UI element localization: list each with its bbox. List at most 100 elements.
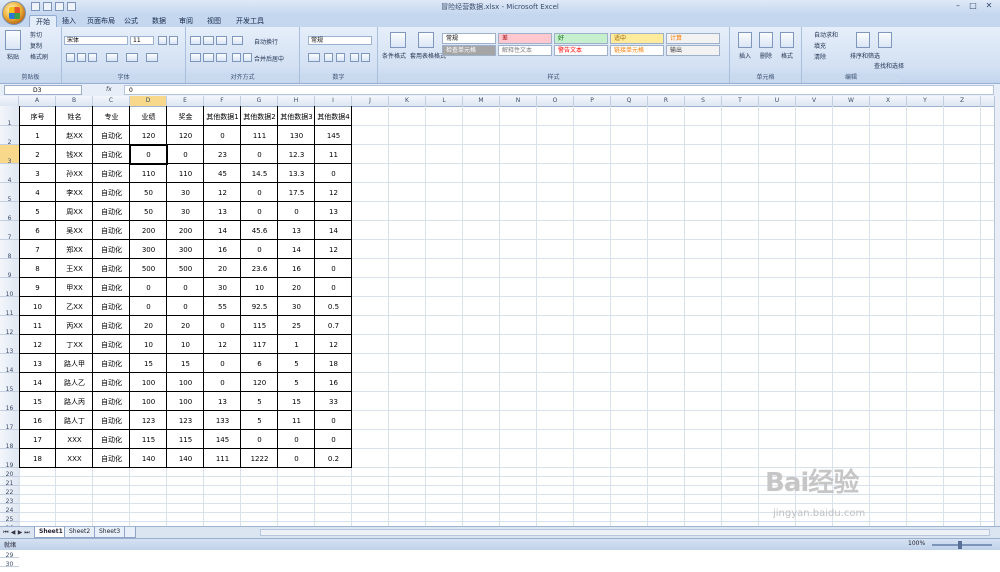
table-cell[interactable]: 9 bbox=[19, 278, 56, 297]
row-header-24[interactable]: 24 bbox=[0, 504, 19, 514]
table-cell[interactable]: 0.2 bbox=[315, 449, 352, 468]
table-cell[interactable]: 55 bbox=[204, 297, 241, 316]
tab-data[interactable]: 数据 bbox=[146, 15, 172, 27]
column-header-O[interactable]: O bbox=[537, 96, 574, 106]
table-cell[interactable]: 11 bbox=[315, 145, 352, 164]
table-cell[interactable]: 10 bbox=[167, 335, 204, 354]
table-cell[interactable]: 10 bbox=[241, 278, 278, 297]
table-cell[interactable]: 自动化 bbox=[93, 411, 130, 430]
table-cell[interactable]: 甲XX bbox=[56, 278, 93, 297]
table-cell[interactable]: 1222 bbox=[241, 449, 278, 468]
row-header-8[interactable]: 8 bbox=[0, 240, 19, 260]
row-header-5[interactable]: 5 bbox=[0, 183, 19, 203]
table-cell[interactable]: 赵XX bbox=[56, 126, 93, 145]
row-header-15[interactable]: 15 bbox=[0, 373, 19, 393]
table-cell[interactable]: 45.6 bbox=[241, 221, 278, 240]
table-cell[interactable]: 300 bbox=[130, 240, 167, 259]
font-color-icon[interactable] bbox=[146, 53, 158, 62]
conditional-format-button[interactable]: 条件格式 bbox=[382, 51, 406, 60]
column-header-Q[interactable]: Q bbox=[611, 96, 648, 106]
table-cell[interactable]: 100 bbox=[130, 392, 167, 411]
align-right-icon[interactable] bbox=[216, 53, 227, 62]
sheet-tab-2[interactable]: Sheet2 bbox=[64, 527, 96, 538]
table-cell[interactable]: 0.7 bbox=[315, 316, 352, 335]
grow-font-icon[interactable] bbox=[158, 36, 167, 45]
table-cell[interactable]: 自动化 bbox=[93, 335, 130, 354]
table-cell[interactable]: 20 bbox=[130, 316, 167, 335]
table-cell[interactable]: 50 bbox=[130, 202, 167, 221]
table-cell[interactable]: 丁XX bbox=[56, 335, 93, 354]
office-button[interactable] bbox=[2, 1, 26, 25]
format-cells-button[interactable]: 格式 bbox=[781, 51, 793, 60]
row-header-1[interactable]: 1 bbox=[0, 106, 19, 127]
table-cell[interactable]: 20 bbox=[278, 278, 315, 297]
table-header-cell[interactable]: 其他数据3 bbox=[278, 106, 315, 126]
conditional-format-icon[interactable] bbox=[390, 32, 406, 48]
italic-icon[interactable] bbox=[77, 53, 86, 62]
table-cell[interactable]: 0 bbox=[167, 297, 204, 316]
table-cell[interactable]: 自动化 bbox=[93, 221, 130, 240]
column-header-C[interactable]: C bbox=[93, 96, 130, 106]
row-header-30[interactable]: 30 bbox=[0, 558, 19, 568]
row-header-3[interactable]: 3 bbox=[0, 145, 19, 165]
table-cell[interactable]: 自动化 bbox=[93, 145, 130, 164]
cell-style-1[interactable]: 差 bbox=[498, 33, 552, 44]
table-cell[interactable]: 92.5 bbox=[241, 297, 278, 316]
table-cell[interactable]: XXX bbox=[56, 430, 93, 449]
table-cell[interactable]: 33 bbox=[315, 392, 352, 411]
cell-style-3[interactable]: 适中 bbox=[610, 33, 664, 44]
table-cell[interactable]: 25 bbox=[278, 316, 315, 335]
table-cell[interactable]: 7 bbox=[19, 240, 56, 259]
table-header-cell[interactable]: 奖金 bbox=[167, 106, 204, 126]
table-cell[interactable]: 自动化 bbox=[93, 449, 130, 468]
table-cell[interactable]: 0 bbox=[204, 126, 241, 145]
table-cell[interactable]: 自动化 bbox=[93, 202, 130, 221]
column-header-N[interactable]: N bbox=[500, 96, 537, 106]
table-cell[interactable]: 18 bbox=[315, 354, 352, 373]
table-cell[interactable]: 8 bbox=[19, 259, 56, 278]
table-cell[interactable]: 6 bbox=[19, 221, 56, 240]
row-header-23[interactable]: 23 bbox=[0, 495, 19, 505]
table-cell[interactable]: 0 bbox=[315, 259, 352, 278]
table-cell[interactable]: 10 bbox=[130, 335, 167, 354]
table-cell[interactable]: 16 bbox=[315, 373, 352, 392]
cell-style-4[interactable]: 计算 bbox=[666, 33, 720, 44]
cell-style-9[interactable]: 输出 bbox=[666, 45, 720, 56]
table-cell[interactable]: 15 bbox=[167, 354, 204, 373]
sheet-tab-1[interactable]: Sheet1 bbox=[34, 527, 68, 538]
column-header-W[interactable]: W bbox=[833, 96, 870, 106]
zoom-slider[interactable] bbox=[932, 544, 992, 546]
table-cell[interactable]: 5 bbox=[241, 411, 278, 430]
row-header-6[interactable]: 6 bbox=[0, 202, 19, 222]
table-header-cell[interactable]: 其他数据4 bbox=[315, 106, 352, 126]
table-cell[interactable]: 115 bbox=[241, 316, 278, 335]
align-top-icon[interactable] bbox=[190, 36, 201, 45]
table-cell[interactable]: 12 bbox=[19, 335, 56, 354]
table-cell[interactable]: 100 bbox=[167, 392, 204, 411]
table-cell[interactable]: 115 bbox=[130, 430, 167, 449]
redo-icon[interactable] bbox=[55, 2, 64, 11]
table-cell[interactable]: 130 bbox=[278, 126, 315, 145]
table-cell[interactable]: 0 bbox=[241, 202, 278, 221]
table-cell[interactable]: 自动化 bbox=[93, 240, 130, 259]
zoom-slider-thumb[interactable] bbox=[958, 541, 962, 549]
table-cell[interactable]: 1 bbox=[278, 335, 315, 354]
clear-button[interactable]: 清除 bbox=[814, 52, 826, 61]
table-cell[interactable]: 0 bbox=[315, 164, 352, 183]
column-header-X[interactable]: X bbox=[870, 96, 907, 106]
select-all-corner[interactable] bbox=[0, 96, 19, 106]
table-cell[interactable]: 110 bbox=[130, 164, 167, 183]
row-header-18[interactable]: 18 bbox=[0, 430, 19, 450]
table-cell[interactable]: 丙XX bbox=[56, 316, 93, 335]
row-header-7[interactable]: 7 bbox=[0, 221, 19, 241]
table-cell[interactable]: 0 bbox=[241, 183, 278, 202]
table-cell[interactable]: 自动化 bbox=[93, 278, 130, 297]
table-cell[interactable]: 12 bbox=[315, 240, 352, 259]
shrink-font-icon[interactable] bbox=[169, 36, 178, 45]
table-cell[interactable]: 12 bbox=[315, 335, 352, 354]
table-cell[interactable]: 23.6 bbox=[241, 259, 278, 278]
table-cell[interactable]: 0 bbox=[204, 316, 241, 335]
table-cell[interactable]: 13 bbox=[204, 392, 241, 411]
format-painter-button[interactable]: 格式刷 bbox=[30, 52, 48, 61]
table-header-cell[interactable]: 业绩 bbox=[130, 106, 167, 126]
